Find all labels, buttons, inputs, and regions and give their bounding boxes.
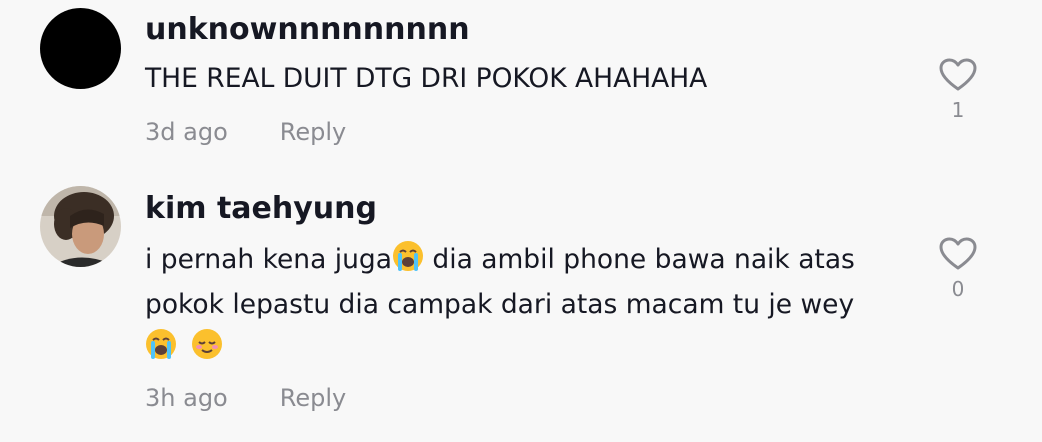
comment-timestamp: 3d ago <box>145 118 228 146</box>
like-button[interactable]: 1 <box>936 58 980 122</box>
heart-outline-icon <box>936 237 980 271</box>
loudly-crying-face-emoji <box>392 240 424 284</box>
comment-text: THE REAL DUIT DTG DRI POKOK AHAHAHA <box>145 63 708 94</box>
comment-text: i pernah kena juga dia ambil phone bawa … <box>145 239 905 372</box>
loudly-crying-face-emoji <box>145 328 177 372</box>
like-count: 1 <box>951 98 965 122</box>
reply-button[interactable]: Reply <box>280 118 346 146</box>
avatar[interactable] <box>40 8 121 89</box>
comment-item: unknownnnnnnnnn THE REAL DUIT DTG DRI PO… <box>0 0 1042 175</box>
relieved-face-emoji <box>191 328 223 372</box>
emoji-row <box>145 327 905 372</box>
comment-username[interactable]: kim taehyung <box>145 191 377 226</box>
comment-meta: 3h ago Reply <box>145 384 346 412</box>
heart-outline-icon <box>936 58 980 92</box>
comment-timestamp: 3h ago <box>145 384 228 412</box>
comment-meta: 3d ago Reply <box>145 118 346 146</box>
like-button[interactable]: 0 <box>936 237 980 301</box>
avatar[interactable] <box>40 186 121 267</box>
comment-text-part: i pernah kena juga <box>145 244 392 275</box>
comment-item: kim taehyung i pernah kena juga dia ambi… <box>0 175 1042 442</box>
comment-username[interactable]: unknownnnnnnnnn <box>145 12 470 47</box>
reply-button[interactable]: Reply <box>280 384 346 412</box>
like-count: 0 <box>951 277 965 301</box>
